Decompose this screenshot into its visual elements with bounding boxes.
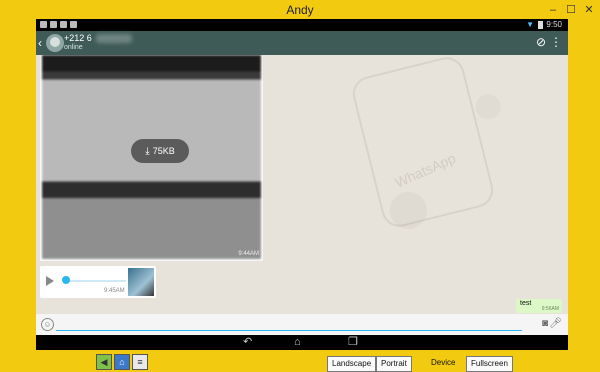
message-timestamp: 9:45AM — [104, 288, 125, 294]
whatsapp-wallpaper-doodle: WhatsApp — [349, 55, 497, 231]
message-timestamp: 9:56AM — [541, 306, 559, 312]
back-arrow-icon[interactable]: ◀ — [96, 354, 112, 370]
wallpaper-watermark: WhatsApp — [392, 149, 458, 191]
menu-icon[interactable]: ≡ — [132, 354, 148, 370]
maximize-icon[interactable]: ☐ — [564, 3, 578, 17]
nav-recents-icon[interactable]: ❐ — [348, 336, 358, 349]
image-message[interactable]: ⤓ 75KB 9:44AM — [40, 55, 263, 261]
contact-avatar[interactable] — [46, 34, 64, 52]
notification-icons — [40, 21, 77, 28]
chat-area[interactable]: WhatsApp ⤓ 75KB 9:44AM 9:45AM test 9:56AM — [36, 55, 568, 314]
back-arrow-icon[interactable]: ‹ — [38, 35, 42, 51]
close-icon[interactable]: ✕ — [582, 3, 596, 17]
attach-icon[interactable]: ⊘ — [536, 35, 546, 49]
android-nav-bar: ↶ ⌂ ❐ — [36, 335, 568, 350]
outgoing-message[interactable]: test 9:56AM — [516, 299, 562, 313]
message-timestamp: 9:44AM — [238, 251, 259, 257]
more-options-icon[interactable]: ⋮ — [550, 35, 562, 49]
download-button[interactable]: ⤓ 75KB — [131, 139, 189, 163]
audio-progress-handle[interactable] — [62, 276, 70, 284]
nav-home-icon[interactable]: ⌂ — [294, 336, 301, 349]
window-title: Andy — [286, 3, 314, 17]
contact-name[interactable]: +212 6 — [64, 33, 92, 43]
wifi-icon: ▼ — [526, 20, 534, 29]
battery-icon — [538, 21, 543, 29]
camera-icon[interactable]: ◙ — [542, 318, 548, 330]
contact-status: online — [64, 44, 83, 51]
message-text: test — [520, 300, 532, 307]
microphone-icon[interactable]: 🎤︎ — [549, 318, 562, 330]
nav-back-icon[interactable]: ↶ — [243, 336, 252, 349]
download-size: 75KB — [152, 146, 175, 156]
status-time: 9:50 — [546, 20, 562, 29]
download-icon: ⤓ — [145, 146, 150, 157]
composer-bar: ☺ ◙ 🎤︎ — [36, 314, 568, 335]
audio-progress-track[interactable] — [66, 280, 126, 282]
notification-icon — [70, 21, 77, 28]
notification-icon — [40, 21, 47, 28]
minimize-icon[interactable]: – — [546, 3, 560, 17]
fullscreen-button[interactable]: Fullscreen — [466, 356, 513, 372]
sender-thumbnail — [128, 268, 154, 296]
redacted-number — [96, 34, 132, 43]
notification-icon — [60, 21, 67, 28]
notification-icon — [50, 21, 57, 28]
landscape-button[interactable]: Landscape — [327, 356, 377, 372]
play-icon[interactable] — [46, 276, 54, 286]
android-screen: ▼ 9:50 ‹ +212 6 online ⊘ ⋮ WhatsApp ⤓ 75K… — [36, 19, 568, 335]
status-bar: ▼ 9:50 — [36, 19, 568, 31]
home-icon[interactable]: ⌂ — [114, 354, 130, 370]
device-label: Device — [431, 358, 456, 367]
chat-header: ‹ +212 6 online ⊘ ⋮ — [36, 31, 568, 55]
emoji-icon[interactable]: ☺ — [41, 318, 54, 331]
portrait-button[interactable]: Portrait — [376, 356, 412, 372]
message-input[interactable] — [56, 317, 522, 331]
audio-message[interactable]: 9:45AM — [40, 266, 156, 298]
